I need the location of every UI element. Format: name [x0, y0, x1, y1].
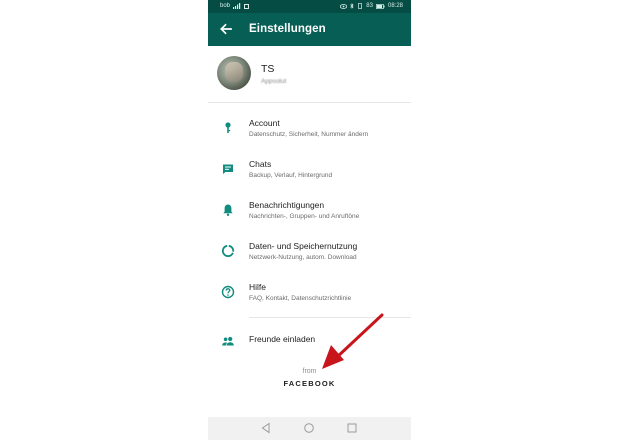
signal-icon	[233, 3, 241, 9]
battery-icon	[376, 3, 385, 9]
settings-item-data-storage[interactable]: Daten- und Speichernutzung Netzwerk-Nutz…	[208, 234, 411, 275]
settings-item-subtitle: Nachrichten-, Gruppen- und Anruftöne	[249, 213, 360, 220]
settings-item-subtitle: FAQ, Kontakt, Datenschutzrichtlinie	[249, 295, 352, 302]
profile-divider	[208, 102, 411, 103]
settings-item-title: Account	[249, 118, 280, 128]
settings-item-title: Daten- und Speichernutzung	[249, 241, 358, 251]
android-nav-bar	[208, 417, 411, 440]
nav-home-icon[interactable]	[303, 422, 315, 434]
avatar[interactable]	[217, 56, 251, 90]
status-bar: bob 83 08:28	[208, 0, 411, 13]
settings-item-subtitle: Backup, Verlauf, Hintergrund	[249, 172, 333, 179]
help-icon	[221, 285, 235, 299]
settings-item-notifications[interactable]: Benachrichtigungen Nachrichten-, Gruppen…	[208, 193, 411, 234]
footer-from-label: from	[302, 368, 317, 375]
settings-item-chats[interactable]: Chats Backup, Verlauf, Hintergrund	[208, 152, 411, 193]
clock: 08:28	[387, 3, 403, 9]
settings-item-subtitle: Datenschutz, Sicherheit, Nummer ändern	[249, 131, 369, 138]
chat-icon	[223, 164, 233, 174]
profile-status: Appsolut	[261, 78, 287, 85]
invite-friends-label: Freunde einladen	[249, 334, 316, 344]
nav-back-icon[interactable]	[260, 422, 272, 434]
invite-friends-item[interactable]: Freunde einladen	[208, 324, 411, 365]
settings-item-title: Benachrichtigungen	[249, 200, 325, 210]
page-title: Einstellungen	[249, 23, 326, 35]
settings-item-title: Hilfe	[249, 282, 267, 292]
settings-item-title: Chats	[249, 159, 272, 169]
data-usage-icon	[221, 244, 235, 257]
settings-item-account[interactable]: Account Datenschutz, Sicherheit, Nummer …	[208, 111, 411, 152]
phone-screen: bob 83 08:28 Einstellungen TS Appsolut A…	[208, 0, 411, 440]
people-icon	[222, 336, 234, 346]
section-divider	[249, 317, 411, 318]
back-arrow-icon[interactable]	[218, 21, 234, 37]
footer-brand-label: FACEBOOK	[283, 379, 336, 388]
notification-icon	[244, 3, 250, 9]
app-bar: Einstellungen	[208, 13, 411, 46]
bluetooth-icon	[350, 3, 354, 9]
nav-recents-icon[interactable]	[346, 422, 358, 434]
carrier-label: bob	[220, 3, 231, 9]
settings-item-help[interactable]: Hilfe FAQ, Kontakt, Datenschutzrichtlini…	[208, 275, 411, 316]
settings-item-subtitle: Netzwerk-Nutzung, autom. Download	[249, 254, 357, 261]
vibrate-icon	[358, 3, 363, 9]
profile-name: TS	[261, 63, 275, 75]
profile-row[interactable]: TS Appsolut	[208, 46, 411, 102]
bell-icon	[223, 204, 233, 216]
battery-percent: 83	[366, 3, 373, 9]
eye-icon	[340, 3, 348, 9]
key-icon	[225, 122, 231, 133]
